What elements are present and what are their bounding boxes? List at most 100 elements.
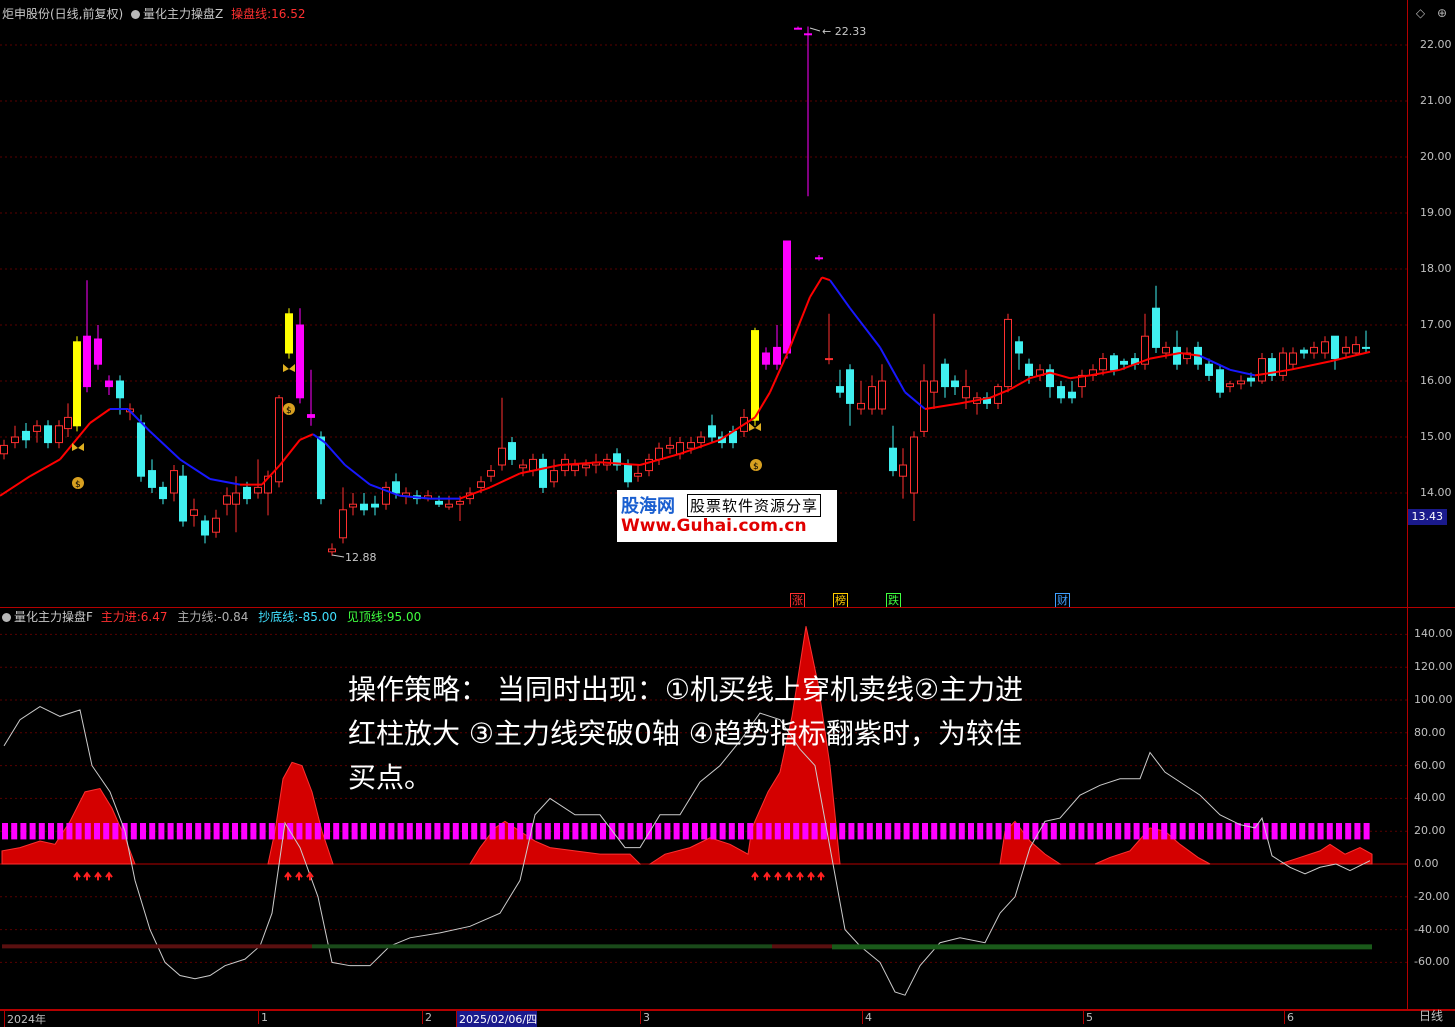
trend-bar xyxy=(406,823,413,840)
sub-tick: 80.00 xyxy=(1414,725,1446,739)
event-cai[interactable]: 财 xyxy=(1055,593,1070,608)
candle-body xyxy=(1226,383,1234,388)
trend-bar xyxy=(701,823,708,840)
operation-line xyxy=(1199,354,1231,371)
sub-tick: -40.00 xyxy=(1414,922,1450,936)
trend-bar xyxy=(554,823,560,840)
candle-body xyxy=(1057,386,1065,399)
candle-body xyxy=(456,500,464,505)
candle-body xyxy=(794,27,802,30)
operation-line xyxy=(344,464,371,486)
trend-bar xyxy=(324,823,330,840)
candle-body xyxy=(360,503,368,511)
candle-body xyxy=(339,509,347,539)
trend-bar xyxy=(747,823,754,840)
candle-body xyxy=(857,402,865,410)
trend-bar xyxy=(848,823,855,840)
trend-bar xyxy=(20,823,27,840)
candle-body xyxy=(94,338,102,365)
low-pointer xyxy=(331,554,345,558)
candle-body xyxy=(1120,360,1128,365)
trend-bar xyxy=(1234,823,1241,840)
bottom-band-red xyxy=(772,944,832,949)
candle-body xyxy=(201,520,209,536)
candle-body xyxy=(571,464,579,472)
trend-bar xyxy=(186,823,192,840)
buy-arrow-icon xyxy=(94,871,102,881)
trend-bar xyxy=(922,823,928,840)
trend-bar xyxy=(1087,823,1094,840)
candle-body xyxy=(190,509,198,516)
candle-body xyxy=(179,475,187,522)
high-annotation: ← 22.33 xyxy=(822,25,866,38)
period-selector[interactable]: 日线 xyxy=(1419,1007,1443,1024)
sub-tick: 40.00 xyxy=(1414,791,1446,805)
money-bag-glyph: $ xyxy=(286,406,292,416)
trend-bar xyxy=(498,823,505,840)
trend-bar xyxy=(1317,823,1324,840)
trend-bar xyxy=(811,823,818,840)
trend-bar xyxy=(793,823,800,840)
trend-bar xyxy=(388,823,395,840)
candle-body xyxy=(846,369,854,404)
trend-bar xyxy=(379,823,386,840)
candle-body xyxy=(1152,307,1160,348)
trend-bar xyxy=(774,823,781,840)
trend-bar xyxy=(1142,823,1149,840)
candle-body xyxy=(708,425,716,438)
candle-body xyxy=(392,481,400,494)
trend-bar xyxy=(692,823,698,840)
trend-bar xyxy=(167,823,174,840)
trend-bar xyxy=(664,823,671,840)
trend-bar xyxy=(75,823,82,840)
candle-body xyxy=(243,486,251,500)
buy-arrow-icon xyxy=(796,871,804,881)
operation-line xyxy=(1229,368,1256,377)
trend-bar xyxy=(508,823,514,840)
trend-bar xyxy=(360,823,367,840)
trend-bar xyxy=(416,823,422,840)
trend-bar xyxy=(480,823,487,840)
trend-bar xyxy=(1363,823,1370,840)
candle-body xyxy=(878,380,886,410)
trend-bar xyxy=(940,823,947,840)
operation-line xyxy=(324,441,346,466)
event-bang[interactable]: 榜 xyxy=(833,593,848,608)
candle-body xyxy=(435,500,443,505)
trend-bar xyxy=(1032,823,1039,840)
candle-body xyxy=(296,324,304,399)
trend-bar xyxy=(38,823,45,840)
trend-bar xyxy=(370,823,376,840)
price-tick: 15.00 xyxy=(1420,430,1452,443)
candle-body xyxy=(868,386,876,410)
date-tick: 1 xyxy=(258,1011,268,1024)
watermark-url: Www.Guhai.com.cn xyxy=(621,516,807,536)
event-zhang[interactable]: 涨 xyxy=(790,593,805,608)
sub-tick: 140.00 xyxy=(1414,627,1453,641)
trend-bar xyxy=(673,823,680,840)
candle-body xyxy=(232,492,240,505)
candle-body xyxy=(751,330,759,421)
trend-bar xyxy=(535,823,542,840)
scroll-up-icon[interactable]: ⊕ xyxy=(1437,6,1447,20)
candle-body xyxy=(930,380,938,393)
trend-bar xyxy=(462,823,468,840)
candle-body xyxy=(655,447,663,460)
date-tick: 4 xyxy=(862,1011,872,1024)
price-tick: 16.00 xyxy=(1420,374,1452,387)
trend-bar xyxy=(1023,823,1030,840)
operation-line xyxy=(821,276,831,282)
trend-bar xyxy=(1014,823,1020,840)
trend-bar xyxy=(544,823,551,840)
trend-bar xyxy=(1069,823,1076,840)
buy-arrow-icon xyxy=(817,871,825,881)
trend-bar xyxy=(94,823,100,840)
diamond-icon[interactable]: ◇ xyxy=(1416,6,1425,20)
trend-bar xyxy=(581,823,588,840)
candle-body xyxy=(285,313,293,354)
date-tick: 2 xyxy=(422,1011,432,1024)
event-die[interactable]: 跌 xyxy=(886,593,901,608)
trend-bar xyxy=(112,823,119,840)
date-tick: 3 xyxy=(640,1011,650,1024)
main-force-area xyxy=(1279,843,1373,865)
